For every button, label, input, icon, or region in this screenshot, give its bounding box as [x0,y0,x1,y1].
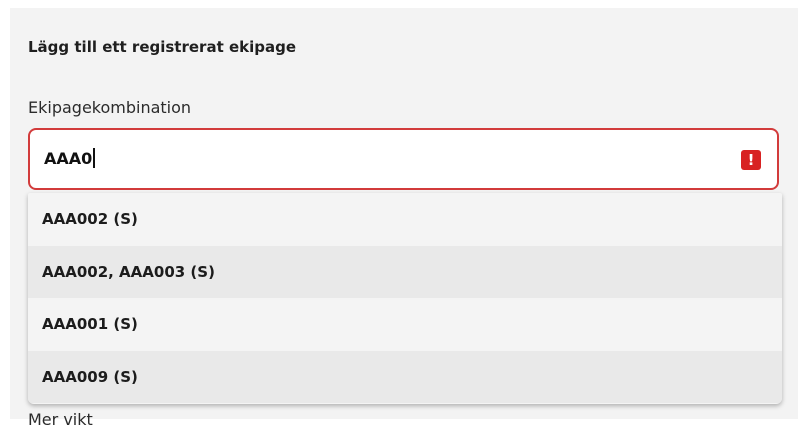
next-field-label: Mer vikt [28,410,93,429]
combination-input[interactable]: AAA0 ! [28,128,779,190]
suggestion-option-aaa001[interactable]: AAA001 (S) [28,298,782,351]
text-caret [93,148,95,168]
form-title: Lägg till ett registrerat ekipage [28,38,297,56]
combination-input-text[interactable]: AAA0 [44,149,92,168]
error-icon: ! [741,150,761,170]
suggestion-dropdown: AAA002 (S) AAA002, AAA003 (S) AAA001 (S)… [28,193,782,404]
suggestion-option-aaa002-aaa003[interactable]: AAA002, AAA003 (S) [28,245,782,298]
suggestion-option-aaa002[interactable]: AAA002 (S) [28,193,782,246]
combination-input-value[interactable]: AAA0 [44,148,95,170]
combination-field-label: Ekipagekombination [28,98,192,117]
suggestion-option-aaa009[interactable]: AAA009 (S) [28,350,782,403]
